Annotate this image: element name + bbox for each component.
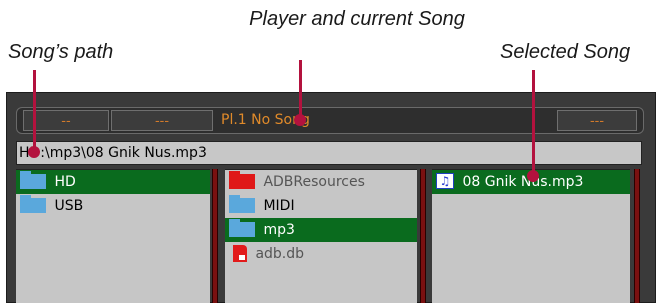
list-item-usb[interactable]: USB <box>16 194 210 218</box>
player-segment-4[interactable]: --- <box>557 110 637 131</box>
callout-line-selected <box>532 70 535 176</box>
red-folder-icon <box>229 170 255 189</box>
callout-player-and-song: Player and current Song <box>249 8 465 30</box>
folder-icon <box>20 194 46 213</box>
list-item-label: adb.db <box>255 246 305 262</box>
panel-divider[interactable] <box>212 169 218 303</box>
panel-divider[interactable] <box>634 169 640 303</box>
folder-icon <box>229 194 255 213</box>
player-segment-2[interactable]: --- <box>111 110 213 131</box>
list-item-adbresources[interactable]: ADBResources <box>225 170 417 194</box>
list-item-label: MIDI <box>263 198 295 214</box>
list-item-label: USB <box>54 198 84 214</box>
callout-dot-selected <box>527 170 539 182</box>
list-item-mp3[interactable]: mp3 <box>225 218 417 242</box>
player-current-song: Pl.1 No Song <box>221 112 310 128</box>
song-list-panel: ♫ 08 Gnik Nus.mp3 <box>432 169 630 303</box>
list-item-midi[interactable]: MIDI <box>225 194 417 218</box>
music-note-icon: ♫ <box>436 173 454 189</box>
panel-divider[interactable] <box>420 169 426 303</box>
folder-list-panel: ADBResources MIDI mp3 adb.db <box>225 169 417 303</box>
drive-list-panel: HD USB <box>16 169 210 303</box>
folder-icon <box>229 218 255 237</box>
callout-dot-player <box>294 114 306 126</box>
callout-dot-path <box>28 146 40 158</box>
folder-icon <box>20 170 46 189</box>
list-item-label: 08 Gnik Nus.mp3 <box>462 174 584 190</box>
callout-selected-song: Selected Song <box>500 41 631 63</box>
list-item-adb-db[interactable]: adb.db <box>225 242 417 266</box>
callout-line-player <box>299 60 302 118</box>
callout-line-path <box>33 70 36 152</box>
list-item-label: ADBResources <box>263 174 365 190</box>
red-file-icon <box>233 244 247 262</box>
list-item-hd[interactable]: HD <box>16 170 210 194</box>
list-item-label: mp3 <box>263 222 295 238</box>
list-item-label: HD <box>54 174 76 190</box>
player-bar: -- --- Pl.1 No Song --- <box>16 107 644 134</box>
song-path-field: HD:\mp3\08 Gnik Nus.mp3 <box>16 141 642 165</box>
callout-song-path: Song’s path <box>8 41 114 63</box>
